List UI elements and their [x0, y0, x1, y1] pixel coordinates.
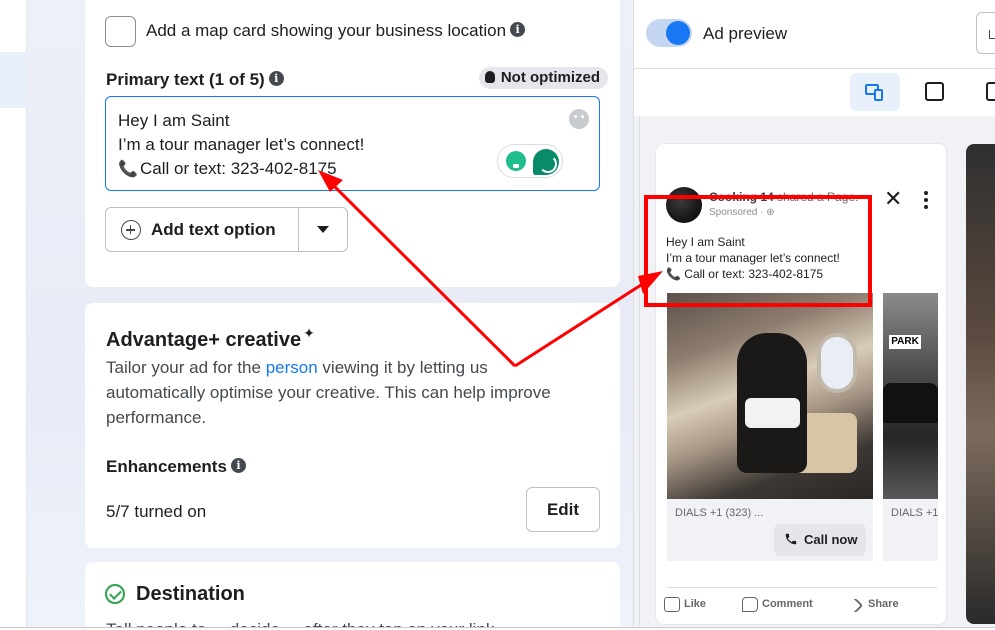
- carousel-card-2-footer: DIALS +1: [883, 499, 938, 561]
- instagram-story-preview[interactable]: [966, 144, 995, 624]
- idea-bulb-icon: [506, 151, 526, 171]
- advantage-creative-title: Advantage+ creative ✦: [106, 325, 315, 351]
- park-sign: PARK: [889, 335, 921, 349]
- toggle-knob: [666, 21, 690, 45]
- edit-enhancements-button[interactable]: Edit: [526, 487, 600, 532]
- card-2-caption: DIALS +1: [891, 507, 939, 519]
- single-placement-view-icon[interactable]: [925, 82, 944, 101]
- chevron-down-icon[interactable]: [299, 208, 347, 251]
- primary-text-label: Primary text (1 of 5) i: [106, 70, 284, 90]
- telephone-emoji-icon: 📞: [118, 161, 138, 178]
- enhancements-count: 5/7 turned on: [106, 502, 207, 521]
- primary-text-input[interactable]: Hey I am Saint I’m a tour manager let’s …: [105, 96, 600, 191]
- carousel-image-1[interactable]: [667, 293, 873, 499]
- comment-button[interactable]: Comment: [742, 597, 813, 612]
- ad-preview-panel: Ad preview Cooking 14 shared a Page. Spo…: [633, 0, 995, 630]
- sparkle-icon: ✦: [303, 325, 315, 341]
- emoji-picker-icon[interactable]: [569, 109, 589, 129]
- destination-card: Destination Tell people to ... decide ..…: [85, 562, 620, 630]
- add-text-option-control: Add text option: [105, 207, 348, 252]
- card-1-caption: DIALS +1 (323) ...: [675, 507, 764, 519]
- share-button[interactable]: Share: [868, 598, 899, 610]
- optimization-status-badge: Not optimized: [478, 67, 608, 89]
- check-circle-icon: [105, 584, 125, 604]
- person-link[interactable]: person: [266, 358, 318, 377]
- left-nav-strip: [0, 0, 27, 630]
- advantage-creative-card: Advantage+ creative ✦ Tailor your ad for …: [85, 303, 620, 548]
- phone-icon: [785, 533, 797, 545]
- enhancements-label: Enhancements i: [106, 457, 246, 477]
- close-icon[interactable]: ✕: [884, 188, 902, 210]
- divider: [634, 68, 995, 69]
- annotation-highlight-box: [644, 195, 872, 307]
- mobile-view-icon[interactable]: [986, 82, 995, 101]
- info-icon[interactable]: i: [510, 22, 526, 37]
- post-actions: Like Comment Share: [656, 596, 946, 616]
- plus-circle-icon: [121, 220, 141, 240]
- primary-text-line-1: Hey I am Saint: [118, 111, 230, 130]
- call-now-button[interactable]: Call now: [774, 524, 866, 556]
- add-text-option-button[interactable]: Add text option: [106, 208, 299, 251]
- mobile-icon: [874, 89, 883, 101]
- map-card-label: Add a map card showing your business loc…: [146, 21, 526, 41]
- primary-text-line-3: Call or text: 323-402-8175: [140, 159, 337, 178]
- ai-suggestions-button[interactable]: [497, 144, 563, 178]
- destination-title: Destination: [136, 583, 245, 605]
- map-card-checkbox[interactable]: [105, 16, 136, 47]
- info-icon[interactable]: i: [268, 71, 284, 86]
- left-nav-selected[interactable]: [0, 52, 27, 108]
- grammar-assistant-icon: [533, 149, 559, 175]
- carousel-card-1-footer: DIALS +1 (323) ... Call now: [667, 499, 873, 561]
- more-options-icon[interactable]: [924, 191, 928, 209]
- primary-text-card: Add a map card showing your business loc…: [85, 0, 620, 287]
- ad-preview-label: Ad preview: [703, 24, 788, 43]
- all-placements-view-button[interactable]: [850, 73, 900, 111]
- lightbulb-icon: [484, 71, 495, 83]
- carousel-image-2[interactable]: PARK: [883, 293, 938, 499]
- preview-scroll-area[interactable]: Cooking 14 shared a Page. Sponsored · ⊕ …: [634, 116, 995, 630]
- ad-preview-toggle[interactable]: [646, 19, 692, 47]
- like-button[interactable]: Like: [663, 597, 706, 612]
- scrollbar[interactable]: [639, 116, 640, 626]
- info-icon[interactable]: i: [230, 458, 246, 473]
- advantage-creative-description: Tailor your ad for the person viewing it…: [106, 358, 551, 427]
- divider: [667, 587, 937, 588]
- preview-options-button[interactable]: [976, 12, 995, 54]
